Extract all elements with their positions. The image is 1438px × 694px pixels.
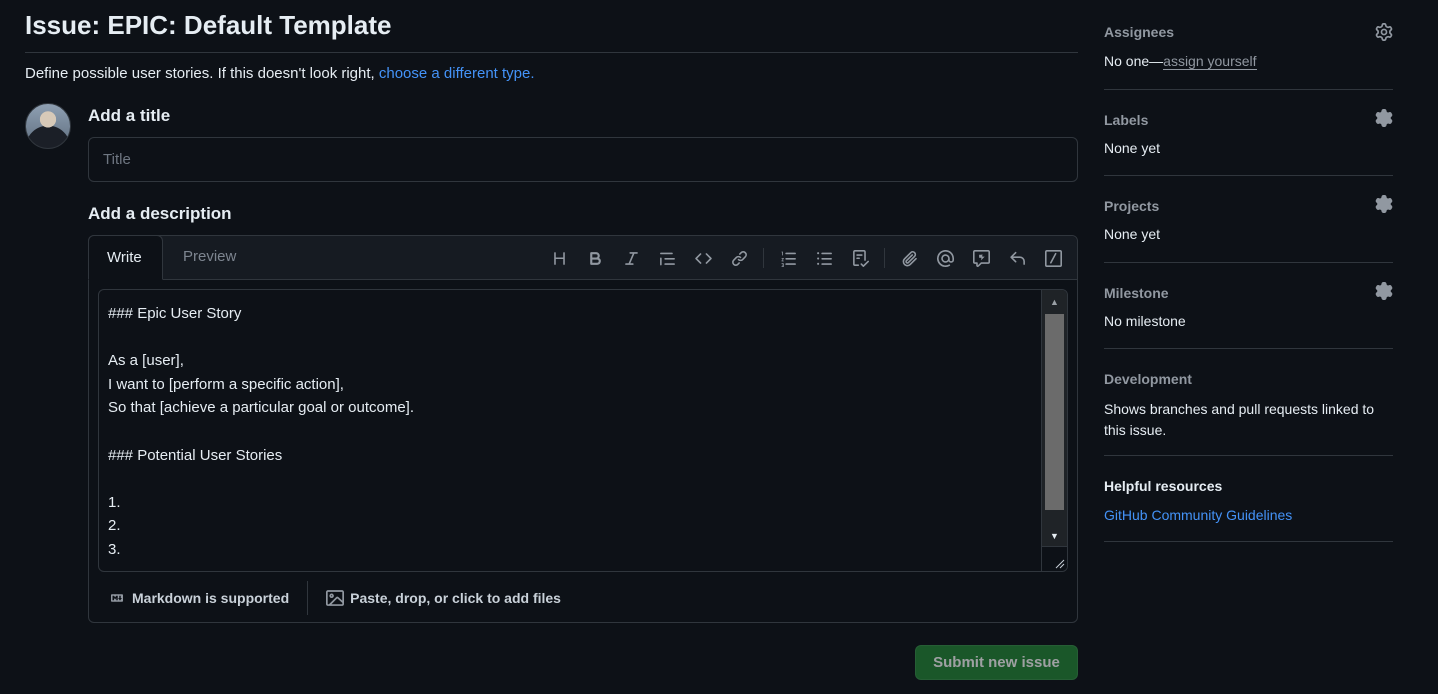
title-label: Add a title [88,106,171,125]
labels-value: None yet [1104,140,1161,156]
submit-new-issue-button[interactable]: Submit new issue [915,645,1078,680]
development-value: Shows branches and pull requests linked … [1104,401,1375,438]
mention-icon[interactable] [927,242,963,274]
description-editor: Write Preview ### Epic User Story As a [… [88,235,1078,623]
slash-command-icon[interactable] [1035,242,1071,274]
markdown-toolbar [541,236,1071,280]
textarea-scrollbar[interactable]: ▲ ▼ [1041,290,1067,548]
milestone-value: No milestone [1104,313,1186,329]
development-title: Development [1104,371,1192,387]
editor-header: Write Preview [88,235,1077,280]
main-column: Issue: EPIC: Default Template Define pos… [25,0,1078,623]
image-icon [326,590,345,606]
description-textarea[interactable]: ### Epic User Story As a [user], I want … [98,289,1068,572]
template-subtitle: Define possible user stories. If this do… [25,65,1078,82]
toolbar-divider [884,248,885,268]
sidebar-helpful-resources: Helpful resources GitHub Community Guide… [1104,456,1393,542]
markdown-label: Markdown is supported [132,590,290,606]
reference-icon[interactable] [963,242,999,274]
subtitle-text: Define possible user stories. If this do… [25,65,379,82]
resize-handle-icon[interactable] [1041,546,1067,571]
sidebar-milestone: Milestone No milestone [1104,263,1393,349]
description-text[interactable]: ### Epic User Story As a [user], I want … [99,290,1067,571]
ordered-list-icon[interactable] [770,242,806,274]
projects-value: None yet [1104,226,1161,242]
page-title: Issue: EPIC: Default Template [25,0,1078,53]
add-files-label: Paste, drop, or click to add files [350,590,561,606]
description-label: Add a description [88,204,232,223]
sidebar: Assignees No one—assign yourself Labels … [1104,0,1393,542]
assignees-title: Assignees [1104,24,1175,40]
helpful-resources-title: Helpful resources [1104,478,1223,494]
sidebar-development: Development Shows branches and pull requ… [1104,349,1393,456]
scrollbar-thumb[interactable] [1045,314,1064,510]
add-files-button[interactable]: Paste, drop, or click to add files [308,581,579,615]
task-list-icon[interactable] [842,242,878,274]
editor-footer: Markdown is supported Paste, drop, or cl… [89,574,1077,622]
issue-form: Add a title Add a description Write Prev… [88,106,1078,623]
sidebar-assignees: Assignees No one—assign yourself [1104,0,1393,90]
scroll-down-arrow-icon[interactable]: ▼ [1042,526,1067,546]
unordered-list-icon[interactable] [806,242,842,274]
tab-write[interactable]: Write [88,235,163,280]
bold-icon[interactable] [577,242,613,274]
code-icon[interactable] [685,242,721,274]
scroll-up-arrow-icon[interactable]: ▲ [1042,292,1067,312]
quote-icon[interactable] [649,242,685,274]
assignees-value: No one—assign yourself [1104,53,1257,70]
italic-icon[interactable] [613,242,649,274]
markdown-support-link[interactable]: Markdown is supported [89,581,309,615]
toolbar-divider [763,248,764,268]
avatar [25,103,71,149]
milestone-gear-icon[interactable] [1375,282,1393,300]
link-icon[interactable] [721,242,757,274]
projects-title: Projects [1104,198,1160,214]
community-guidelines-link[interactable]: GitHub Community Guidelines [1104,507,1292,523]
assignees-gear-icon[interactable] [1375,23,1393,41]
title-input[interactable] [88,137,1078,182]
sidebar-labels: Labels None yet [1104,90,1393,176]
assignees-none: No one— [1104,53,1164,69]
milestone-title: Milestone [1104,285,1169,301]
assign-yourself-link[interactable]: assign yourself [1163,53,1257,70]
labels-gear-icon[interactable] [1375,109,1393,127]
sidebar-projects: Projects None yet [1104,176,1393,263]
reply-icon[interactable] [999,242,1035,274]
projects-gear-icon[interactable] [1375,195,1393,213]
attach-icon[interactable] [891,242,927,274]
markdown-icon [111,594,123,602]
choose-type-link[interactable]: choose a different type. [379,65,535,82]
tab-preview[interactable]: Preview [165,235,254,280]
labels-title: Labels [1104,112,1149,128]
heading-icon[interactable] [541,242,577,274]
